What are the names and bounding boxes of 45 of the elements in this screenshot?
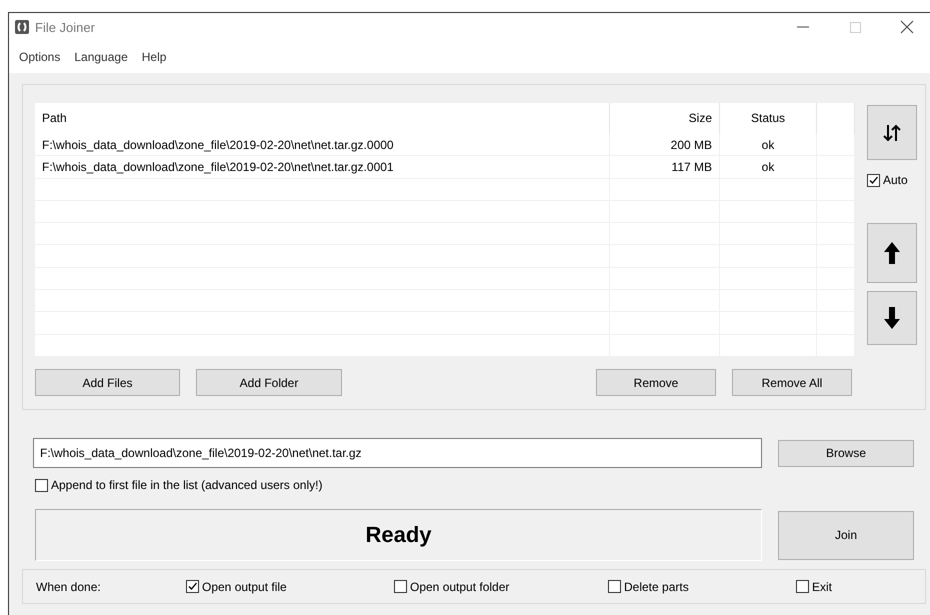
checkbox-label: Delete parts xyxy=(624,580,689,594)
option-checkbox[interactable] xyxy=(796,580,809,593)
sort-button[interactable] xyxy=(867,105,917,160)
checkbox-label: Auto xyxy=(883,173,908,187)
action-button[interactable]: Add Folder xyxy=(196,369,342,396)
file-list[interactable]: Path Size Status F:\whois_data_download\zone_file\2019-02-20\net\net.tar.gz.0000 200 MB ok F:\whois_data_download\zone_file\2019-02-20\net\net.tar.gz.0001 117 MB ok xyxy=(35,103,855,357)
window-title: File Joiner xyxy=(35,20,96,34)
option-checkbox[interactable] xyxy=(394,580,407,593)
menu-item[interactable]: Help xyxy=(134,50,174,64)
maximize-icon xyxy=(850,22,860,32)
up-arrow-icon xyxy=(883,241,901,265)
table-cell: F:\whois_data_download\zone_file\2019-02-20\net\net.tar.gz.0000 xyxy=(35,134,610,156)
auto-checkbox[interactable] xyxy=(867,174,880,186)
option-checkbox[interactable] xyxy=(608,580,621,593)
join-button[interactable]: Join xyxy=(778,510,914,560)
app-icon xyxy=(15,20,29,34)
checkbox-label: Exit xyxy=(812,580,832,594)
status-text: Ready xyxy=(35,509,762,561)
menu-item[interactable]: Language xyxy=(67,50,135,64)
checkbox-label: Open output folder xyxy=(410,580,510,594)
table-cell: ok xyxy=(720,156,817,178)
checkbox-label: Append to first file in the list (advanced users only!) xyxy=(51,478,322,492)
move-down-button[interactable] xyxy=(867,291,917,345)
column-header[interactable]: Path xyxy=(35,103,610,134)
table-cell: F:\whois_data_download\zone_file\2019-02-20\net\net.tar.gz.0001 xyxy=(35,156,610,178)
output-path-field[interactable]: F:\whois_data_download\zone_file\2019-02-20\net\net.tar.gz xyxy=(33,438,762,468)
option-checkbox[interactable] xyxy=(186,580,199,593)
checkbox-label: Open output file xyxy=(202,580,287,594)
menu-item[interactable]: Options xyxy=(12,50,68,64)
append-checkbox[interactable] xyxy=(35,478,48,492)
table-cell: 200 MB xyxy=(610,134,720,156)
action-button[interactable]: Remove All xyxy=(732,369,852,396)
sort-icon xyxy=(882,122,902,142)
close-icon xyxy=(900,20,914,34)
column-header[interactable]: Size xyxy=(610,103,720,134)
table-cell: 117 MB xyxy=(610,156,720,178)
table-cell: ok xyxy=(720,134,817,156)
when-done-label: When done: xyxy=(36,580,102,594)
action-button[interactable]: Add Files xyxy=(35,369,180,396)
column-header[interactable]: Status xyxy=(720,103,817,134)
move-up-button[interactable] xyxy=(867,223,917,283)
minimize-icon xyxy=(797,26,809,28)
down-arrow-icon xyxy=(883,306,901,330)
browse-button[interactable]: Browse xyxy=(778,440,914,466)
action-button[interactable]: Remove xyxy=(596,369,716,396)
